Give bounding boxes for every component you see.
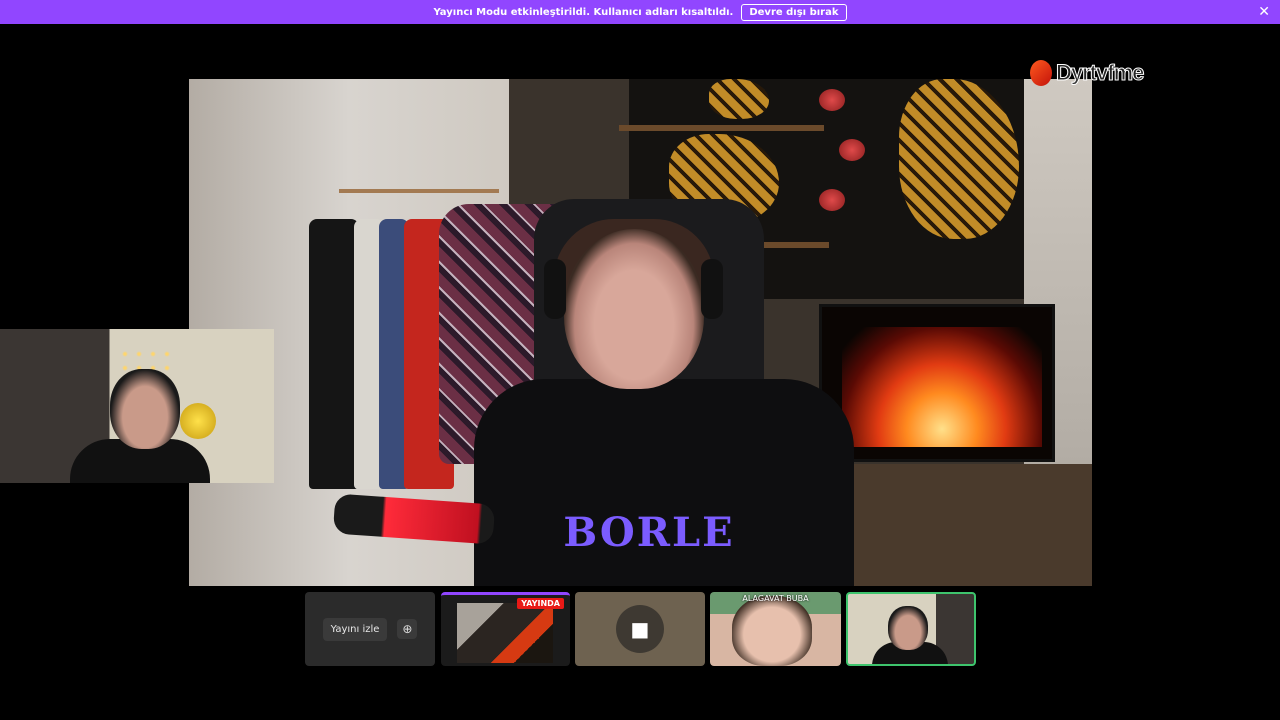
main-stream-view[interactable]: BORLE (189, 79, 1092, 586)
webcam-person (70, 369, 210, 483)
shirt-logo: BORLE (563, 509, 735, 556)
webcam-overlay (0, 329, 274, 483)
watermark-text: Dyrtvfme (1055, 60, 1144, 86)
watch-stream-button[interactable]: Yayını izle (322, 617, 388, 641)
shelf (619, 125, 824, 131)
live-stream-tile[interactable]: YAYINDA (441, 592, 570, 666)
camera-off-tile[interactable]: ■ (575, 592, 705, 666)
headset (544, 259, 566, 319)
watch-stream-tile: Yayını izle ⊕ (305, 592, 435, 666)
streamer-body: BORLE (474, 379, 854, 586)
participant-video (732, 596, 812, 666)
streamer-mode-message: Yayıncı Modu etkinleştirildi. Kullanıcı … (433, 6, 734, 18)
self-video (888, 606, 928, 650)
participant-tile[interactable]: ALAGAVAT BUBA (710, 592, 841, 666)
camera-icon: ■ (616, 605, 664, 653)
brand-mark-icon (1030, 60, 1052, 86)
clothes (309, 219, 359, 489)
streamer-face (564, 229, 704, 389)
watermark-logo: Dyrtvfme (1030, 60, 1145, 86)
self-video-tile[interactable] (846, 592, 976, 666)
tv-screen (819, 304, 1055, 462)
live-badge: YAYINDA (517, 598, 564, 609)
headset (701, 259, 723, 319)
screen-add-icon[interactable]: ⊕ (397, 619, 418, 639)
participant-name: ALAGAVAT BUBA (742, 594, 809, 603)
clothes-rack (339, 189, 499, 193)
streamer-mode-banner: Yayıncı Modu etkinleştirildi. Kullanıcı … (0, 0, 1280, 24)
disable-streamer-mode-button[interactable]: Devre dışı bırak (741, 3, 847, 21)
fireplace-video (842, 327, 1042, 447)
close-icon[interactable]: ✕ (1258, 4, 1270, 20)
stream-thumbnail (457, 603, 553, 663)
